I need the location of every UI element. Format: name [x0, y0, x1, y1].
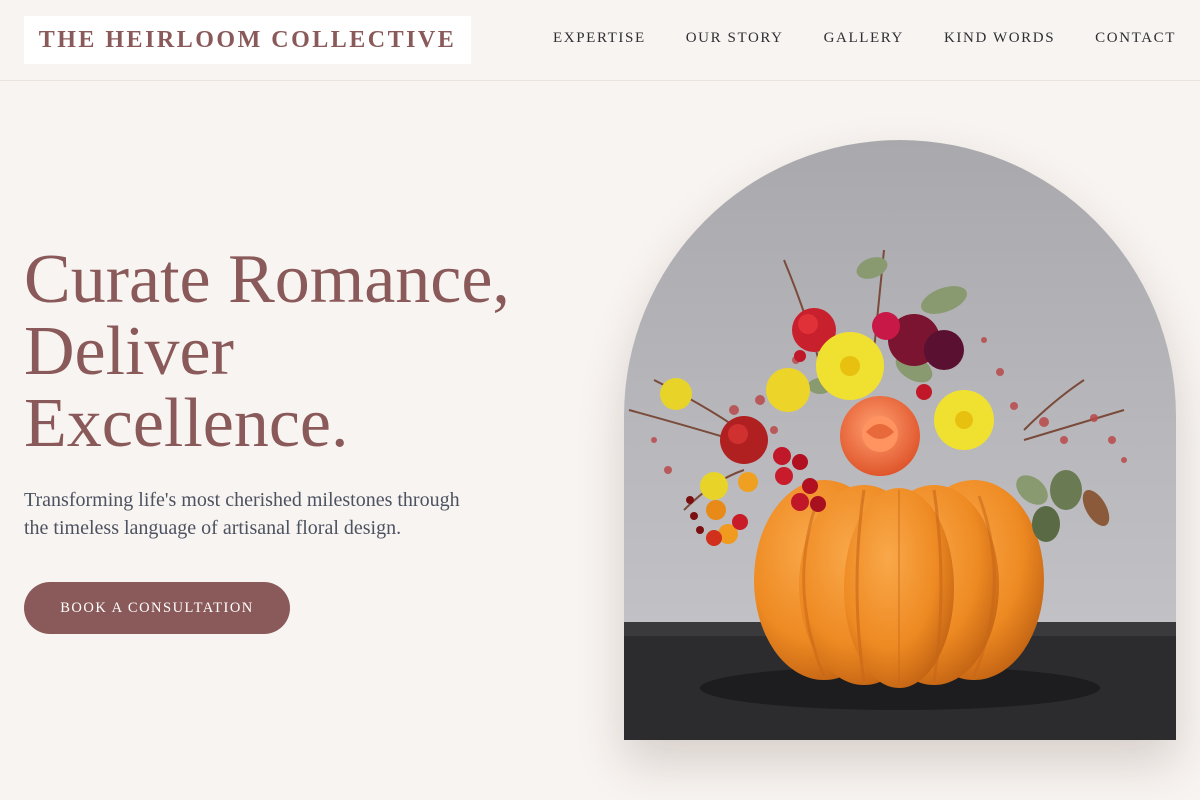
nav-kind-words[interactable]: KIND WORDS: [944, 30, 1055, 47]
hero-headline: Curate Romance, Deliver Excellence.: [24, 244, 584, 460]
brand-logo[interactable]: THE HEIRLOOM COLLECTIVE: [24, 16, 471, 64]
nav-contact[interactable]: CONTACT: [1095, 30, 1176, 47]
main-nav: EXPERTISE OUR STORY GALLERY KIND WORDS C…: [553, 26, 1176, 50]
nav-our-story[interactable]: OUR STORY: [686, 30, 784, 47]
headline-line-1: Curate Romance,: [24, 241, 510, 318]
headline-line-3: Excellence.: [24, 385, 349, 462]
hero-image: [624, 140, 1176, 740]
nav-expertise[interactable]: EXPERTISE: [553, 30, 646, 47]
headline-line-2: Deliver: [24, 313, 234, 390]
site-header: THE HEIRLOOM COLLECTIVE EXPERTISE OUR ST…: [0, 0, 1200, 81]
nav-gallery[interactable]: GALLERY: [824, 30, 904, 47]
hero-subtext: Transforming life's most cherished miles…: [24, 489, 460, 539]
pumpkin-floral-arrangement-image: [624, 140, 1176, 740]
book-consultation-button[interactable]: BOOK A CONSULTATION: [24, 582, 290, 634]
